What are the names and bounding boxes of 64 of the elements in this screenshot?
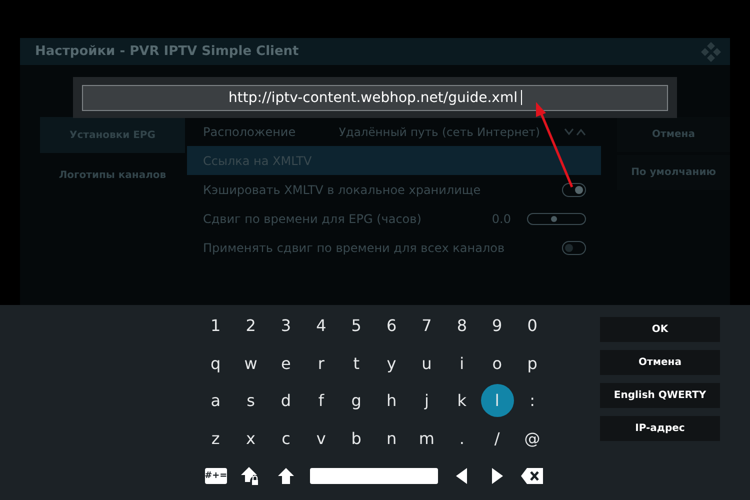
keyboard-key[interactable]: a xyxy=(199,384,232,418)
keyboard-button[interactable]: OK xyxy=(600,317,720,342)
keyboard-key[interactable]: l xyxy=(480,384,514,418)
keyboard-button[interactable]: Отмена xyxy=(600,350,720,375)
keyboard-key[interactable]: q xyxy=(199,346,232,380)
keyboard-key[interactable]: t xyxy=(340,346,373,380)
keyboard-key[interactable]: / xyxy=(480,422,514,455)
keyboard-key[interactable]: j xyxy=(410,384,444,418)
window-title: Настройки - PVR IPTV Simple Client xyxy=(35,44,299,59)
keyboard-key[interactable]: : xyxy=(516,384,549,418)
keyboard-key[interactable]: e xyxy=(269,346,302,380)
logo-icon xyxy=(700,40,722,62)
keyboard-key[interactable]: n xyxy=(375,422,408,455)
keyboard-key[interactable]: 9 xyxy=(480,309,514,342)
keyboard-key[interactable]: b xyxy=(340,422,373,455)
keyboard-key[interactable]: z xyxy=(199,422,232,455)
keyboard-key[interactable]: @ xyxy=(516,422,549,455)
keyboard-key[interactable]: . xyxy=(445,422,478,455)
shift-icon[interactable] xyxy=(276,466,295,485)
keyboard-key[interactable]: i xyxy=(445,346,478,380)
toggle-switch[interactable] xyxy=(562,240,586,254)
keyboard-key[interactable]: f xyxy=(304,384,338,418)
keyboard-key[interactable]: 3 xyxy=(269,309,302,342)
keyboard-key[interactable]: x xyxy=(234,422,268,455)
slider-thumb[interactable] xyxy=(550,216,557,222)
keyboard-button[interactable]: IP-адрес xyxy=(600,416,720,441)
backspace-icon[interactable] xyxy=(521,468,544,484)
keyboard-key[interactable]: c xyxy=(269,422,302,455)
setting-label: Применять сдвиг по времени для всех каналов xyxy=(203,240,506,254)
keyboard-key[interactable]: 0 xyxy=(516,309,549,342)
keyboard-key[interactable]: 8 xyxy=(445,309,478,342)
setting-label: Сдвиг по времени для EPG (часов) xyxy=(203,212,422,226)
keyboard-key[interactable]: 6 xyxy=(375,309,408,342)
keyboard-key[interactable]: m xyxy=(410,422,444,455)
keyboard-key[interactable]: k xyxy=(445,384,478,418)
keyboard-key[interactable]: p xyxy=(516,346,549,380)
keyboard-key[interactable]: h xyxy=(375,384,408,418)
keyboard-key[interactable]: g xyxy=(340,384,373,418)
setting-value: Удалённый путь (сеть Интернет) xyxy=(338,124,540,138)
slider-track[interactable] xyxy=(527,212,586,224)
setting-value: 0.0 xyxy=(492,212,511,226)
toggle-switch[interactable] xyxy=(562,182,586,196)
keyboard-key[interactable]: o xyxy=(480,346,514,380)
space-bar[interactable] xyxy=(310,468,438,484)
left-arrow-icon[interactable] xyxy=(456,468,468,484)
keyboard-key[interactable]: 1 xyxy=(199,309,232,342)
keyboard-key[interactable]: s xyxy=(234,384,268,418)
keyboard-key[interactable]: v xyxy=(304,422,338,455)
keyboard-key[interactable]: w xyxy=(234,346,268,380)
keyboard-key[interactable]: y xyxy=(375,346,408,380)
keyboard-key[interactable]: 5 xyxy=(340,309,373,342)
keyboard-key[interactable]: 4 xyxy=(304,309,338,342)
keyboard-key[interactable]: 2 xyxy=(234,309,268,342)
keyboard-button[interactable]: English QWERTY xyxy=(600,383,720,408)
setting-label: Расположение xyxy=(203,124,297,138)
setting-label: Кэшировать XMLTV в локальное хранилище xyxy=(203,182,482,196)
keyboard-key[interactable]: d xyxy=(269,384,302,418)
caps-lock-icon[interactable] xyxy=(240,466,261,486)
right-arrow-icon[interactable] xyxy=(492,468,503,484)
keyboard-key[interactable]: u xyxy=(410,346,444,380)
input-field[interactable]: http://iptv-content.webhop.net/guide.xml xyxy=(82,84,668,110)
keyboard-key[interactable]: r xyxy=(304,346,338,380)
symbols-key[interactable]: #+= xyxy=(204,468,227,484)
keyboard-key[interactable]: 7 xyxy=(410,309,444,342)
